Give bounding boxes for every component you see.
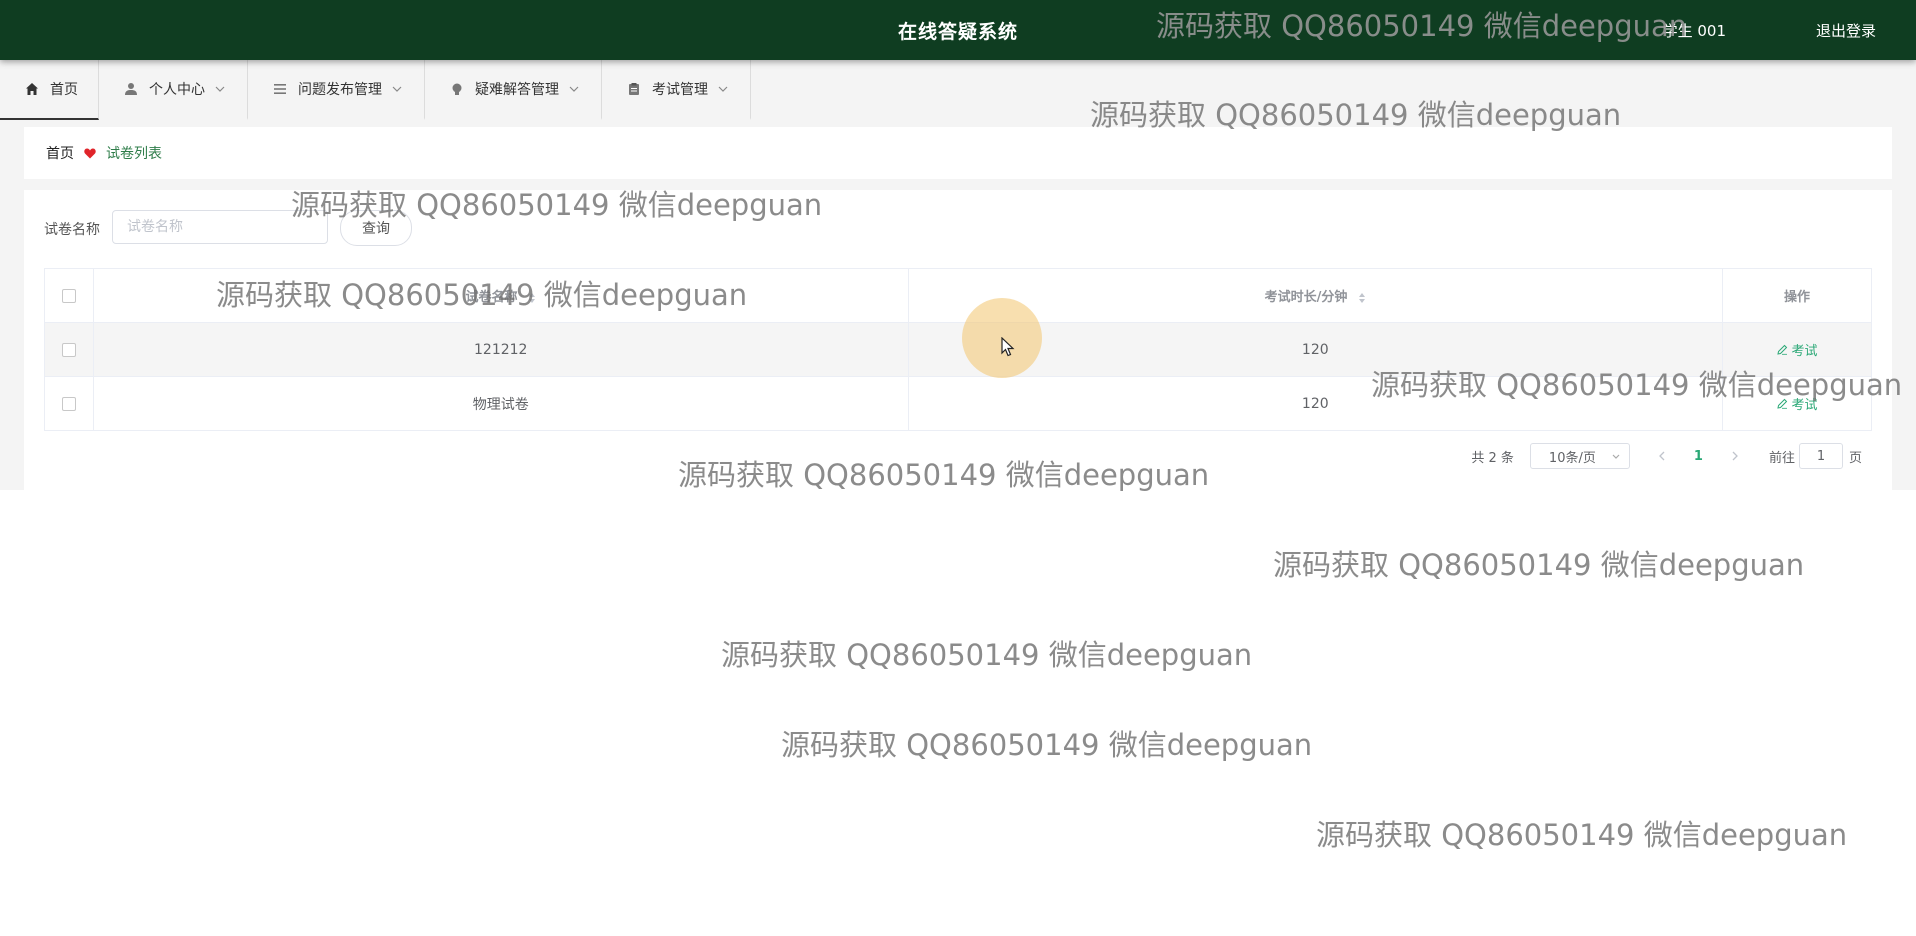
page-number-current[interactable]: 1 xyxy=(1694,449,1703,464)
action-cell: 考试 xyxy=(1722,376,1872,431)
column-label-name: 试卷名称 xyxy=(465,290,518,305)
heart-icon xyxy=(84,148,96,159)
select-all-checkbox[interactable] xyxy=(61,288,76,303)
nav-label-question-publish: 问题发布管理 xyxy=(298,82,382,98)
take-exam-button[interactable]: 考试 xyxy=(1776,394,1818,413)
prev-page-icon[interactable] xyxy=(1658,451,1666,461)
nav-item-exam-management[interactable]: 考试管理 xyxy=(602,60,751,120)
row-checkbox[interactable] xyxy=(61,396,76,411)
nav-item-home[interactable]: 首页 xyxy=(0,60,99,120)
page-size-select[interactable]: 10条/页 xyxy=(1529,443,1630,469)
exam-duration-cell: 120 xyxy=(907,376,1724,431)
sort-icon[interactable] xyxy=(528,292,536,304)
chevron-down-icon xyxy=(718,84,728,94)
pagination: 共 2 条 10条/页 1 前往 页 xyxy=(1471,442,1862,470)
chevron-down-icon xyxy=(215,84,225,94)
watermark: 源码获取 QQ86050149 微信deepguan xyxy=(721,638,1253,672)
logout-button[interactable]: 退出登录 xyxy=(1816,20,1876,41)
search-label: 试卷名称 xyxy=(44,222,100,238)
sort-icon[interactable] xyxy=(1358,292,1366,304)
page-suffix: 页 xyxy=(1848,450,1862,466)
watermark: 源码获取 QQ86050149 微信deepguan xyxy=(781,728,1313,762)
bulb-icon xyxy=(449,81,465,97)
chevron-down-icon xyxy=(392,84,402,94)
take-exam-label: 考试 xyxy=(1791,398,1818,413)
edit-icon xyxy=(1776,344,1787,355)
exam-list-card: 试卷名称 查询 试卷名称 考试时长/分钟 操作 xyxy=(24,190,1892,490)
take-exam-label: 考试 xyxy=(1791,344,1818,359)
take-exam-button[interactable]: 考试 xyxy=(1776,340,1818,359)
exam-duration-cell: 120 xyxy=(907,322,1724,377)
total-count: 共 2 条 xyxy=(1471,450,1514,466)
nav-item-personal-center[interactable]: 个人中心 xyxy=(99,60,248,120)
query-button[interactable]: 查询 xyxy=(340,210,412,246)
nav-label-personal-center: 个人中心 xyxy=(149,82,205,98)
next-page-icon[interactable] xyxy=(1731,451,1739,461)
table-header-row: 试卷名称 考试时长/分钟 操作 xyxy=(44,268,1872,323)
table-row[interactable]: 物理试卷 120 考试 xyxy=(44,376,1872,431)
exam-table: 试卷名称 考试时长/分钟 操作 121212 120 考试 物理试卷 120 考… xyxy=(44,268,1872,431)
chevron-down-icon xyxy=(1611,451,1621,461)
watermark: 源码获取 QQ86050149 微信deepguan xyxy=(1316,818,1848,852)
breadcrumb-current: 试卷列表 xyxy=(106,146,162,162)
current-user-label: 学生 001 xyxy=(1662,22,1726,40)
action-cell: 考试 xyxy=(1722,322,1872,377)
row-select-cell xyxy=(44,376,94,431)
top-header: 在线答疑系统 学生 001 退出登录 xyxy=(0,0,1916,60)
row-checkbox[interactable] xyxy=(61,342,76,357)
list-icon xyxy=(272,81,288,97)
table-row[interactable]: 121212 120 考试 xyxy=(44,322,1872,377)
exam-name-cell: 121212 xyxy=(92,322,909,377)
nav-label-exam-management: 考试管理 xyxy=(652,82,708,98)
column-label-action: 操作 xyxy=(1784,290,1811,305)
column-header-name[interactable]: 试卷名称 xyxy=(92,268,909,323)
user-icon xyxy=(123,81,139,97)
goto-label: 前往 xyxy=(1768,450,1795,466)
select-all-cell xyxy=(44,268,94,323)
column-header-duration[interactable]: 考试时长/分钟 xyxy=(907,268,1724,323)
row-select-cell xyxy=(44,322,94,377)
breadcrumb-home[interactable]: 首页 xyxy=(46,143,74,163)
page-size-value: 10条/页 xyxy=(1548,450,1596,466)
breadcrumb: 首页 试卷列表 xyxy=(24,127,1892,179)
main-nav: 首页 个人中心 问题发布管理 疑难解答管理 考试管理 xyxy=(0,60,751,120)
chevron-down-icon xyxy=(569,84,579,94)
column-label-duration: 考试时长/分钟 xyxy=(1264,290,1348,305)
nav-label-answer-management: 疑难解答管理 xyxy=(475,82,559,98)
clipboard-icon xyxy=(626,81,642,97)
app-title: 在线答疑系统 xyxy=(897,21,1018,43)
nav-item-answer-management[interactable]: 疑难解答管理 xyxy=(425,60,602,120)
home-icon xyxy=(24,81,40,97)
exam-name-cell: 物理试卷 xyxy=(92,376,909,431)
nav-label-home: 首页 xyxy=(50,82,78,98)
goto-page-input[interactable] xyxy=(1798,443,1843,469)
edit-icon xyxy=(1776,398,1787,409)
column-header-action: 操作 xyxy=(1722,268,1872,323)
watermark: 源码获取 QQ86050149 微信deepguan xyxy=(1273,548,1805,582)
exam-name-search-input[interactable] xyxy=(112,210,328,244)
nav-item-question-publish[interactable]: 问题发布管理 xyxy=(248,60,425,120)
